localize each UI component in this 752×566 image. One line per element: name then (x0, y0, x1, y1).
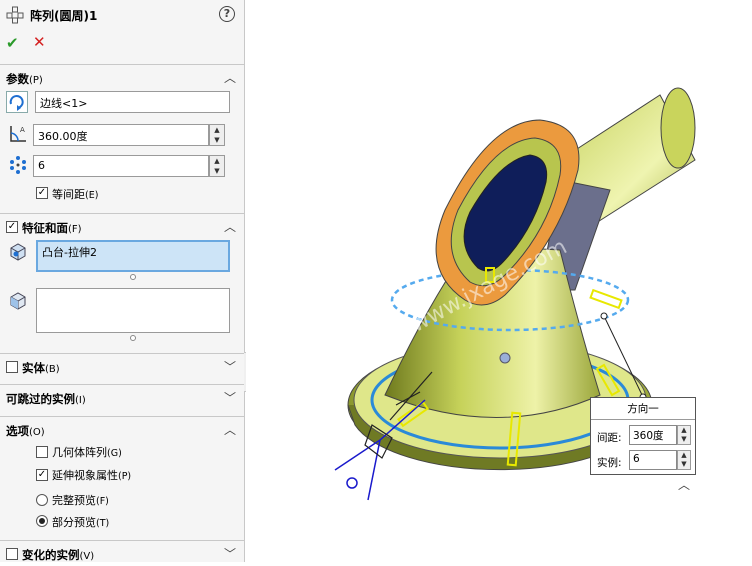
svg-text:A: A (20, 126, 25, 134)
propagate-visual-text: 延伸视象属性 (52, 469, 118, 482)
features-listbox[interactable]: 凸台-拉伸2 (36, 240, 230, 272)
options-section-header[interactable]: 选项(O) ︿ (0, 416, 244, 442)
chevron-up-icon[interactable]: ︿ (224, 218, 236, 235)
params-header-accel: (P) (29, 75, 43, 86)
faces-icon (8, 291, 30, 313)
callout-spacing-input[interactable]: 360度 (629, 425, 677, 445)
partial-preview-text: 部分预览 (52, 516, 96, 529)
circular-pattern-icon (6, 6, 24, 24)
faces-listbox[interactable] (36, 288, 230, 333)
bodies-header-accel: (B) (45, 364, 60, 375)
help-icon[interactable]: ? (219, 6, 235, 22)
skip-header-accel: (I) (75, 395, 86, 406)
equal-spacing-checkbox[interactable]: ✓ (36, 187, 48, 199)
varying-section-header[interactable]: 变化的实例(V) ﹀ (0, 540, 244, 566)
features-header-label: 特征和面 (22, 221, 68, 235)
graphics-viewport[interactable]: 机械 网 www.jxage.com 方向一 间距: 360度 ▲ ▼ 实例: 6… (246, 0, 752, 562)
instances-spinner[interactable]: ▲ ▼ (209, 155, 225, 177)
full-preview-text: 完整预览 (52, 494, 96, 507)
geometry-pattern-checkbox[interactable] (36, 446, 48, 458)
geometry-pattern-text: 几何体阵列 (52, 446, 107, 459)
angle-input[interactable]: 360.00度 (33, 124, 209, 146)
instances-input[interactable]: 6 (33, 155, 209, 177)
equal-spacing-text: 等间距 (52, 188, 85, 201)
chevron-up-icon[interactable]: ︿ (224, 69, 236, 86)
geometry-pattern-accel: (G) (107, 448, 122, 459)
bodies-checkbox[interactable] (6, 361, 18, 373)
feature-list-item[interactable]: 凸台-拉伸2 (38, 242, 228, 262)
options-header-accel: (O) (29, 427, 45, 438)
propagate-visual-checkbox[interactable]: ✓ (36, 469, 48, 481)
skip-section-header[interactable]: 可跳过的实例(I) ﹀ (0, 384, 244, 410)
geometry-pattern-label: 几何体阵列(G) (52, 444, 122, 460)
axis-edge-field[interactable]: 边线<1> (35, 91, 230, 113)
callout-spacing-spinner[interactable]: ▲ ▼ (677, 425, 691, 445)
property-manager-panel: 阵列(圆周)1 ? ✔ ✕ 参数(P) ︿ 边线<1> A 360.00度 ▲ ▼… (0, 0, 245, 562)
varying-header-accel: (V) (79, 551, 95, 562)
params-header-label: 参数 (6, 72, 29, 86)
params-section-header[interactable]: 参数(P) ︿ (0, 64, 244, 90)
features-checkbox[interactable]: ✓ (6, 221, 18, 233)
callout-instances-spinner[interactable]: ▲ ▼ (677, 450, 691, 470)
chevron-down-icon[interactable]: ﹀ (224, 358, 236, 375)
partial-preview-accel: (T) (96, 518, 110, 529)
full-preview-label: 完整预览(F) (52, 492, 109, 508)
features-header-accel: (F) (68, 224, 82, 235)
bodies-header-label: 实体 (22, 361, 45, 375)
close-icon[interactable]: ✕ (33, 33, 46, 51)
panel-title: 阵列(圆周)1 (30, 9, 98, 23)
resize-handle[interactable] (130, 335, 136, 341)
callout-collapse-icon[interactable]: ︿ (678, 476, 690, 493)
angle-spinner[interactable]: ▲ ▼ (209, 124, 225, 146)
chevron-up-icon[interactable]: ︿ (224, 421, 236, 438)
check-icon[interactable]: ✔ (6, 34, 19, 52)
propagate-visual-accel: (P) (118, 471, 132, 482)
callout-instances-input[interactable]: 6 (629, 450, 677, 470)
skip-header-label: 可跳过的实例 (6, 392, 75, 406)
options-header-label: 选项 (6, 424, 29, 438)
partial-preview-label: 部分预览(T) (52, 514, 109, 530)
direction-callout: 方向一 间距: 360度 ▲ ▼ 实例: 6 ▲ ▼ (590, 397, 696, 475)
features-icon (8, 242, 30, 264)
rotation-axis-icon[interactable] (6, 91, 28, 113)
propagate-visual-label: 延伸视象属性(P) (52, 467, 131, 483)
instances-icon (8, 155, 30, 177)
full-preview-accel: (F) (96, 496, 109, 507)
equal-spacing-label: 等间距(E) (52, 186, 98, 202)
chevron-down-icon[interactable]: ﹀ (224, 545, 236, 562)
model-drawing: 机械 网 www.jxage.com (334, 87, 696, 501)
varying-header-label: 变化的实例 (22, 548, 80, 562)
callout-title: 方向一 (591, 398, 695, 420)
callout-spacing-label: 间距: (597, 432, 622, 444)
features-section-header[interactable]: ✓ 特征和面(F) ︿ (0, 213, 244, 239)
varying-checkbox[interactable] (6, 548, 18, 560)
partial-preview-radio[interactable] (36, 515, 48, 527)
resize-handle[interactable] (130, 274, 136, 280)
chevron-down-icon[interactable]: ﹀ (224, 389, 236, 406)
angle-icon: A (8, 124, 30, 146)
full-preview-radio[interactable] (36, 494, 48, 506)
bodies-section-header[interactable]: 实体(B) ﹀ (0, 353, 244, 379)
callout-instances-label: 实例: (597, 457, 622, 469)
equal-spacing-accel: (E) (85, 190, 99, 201)
